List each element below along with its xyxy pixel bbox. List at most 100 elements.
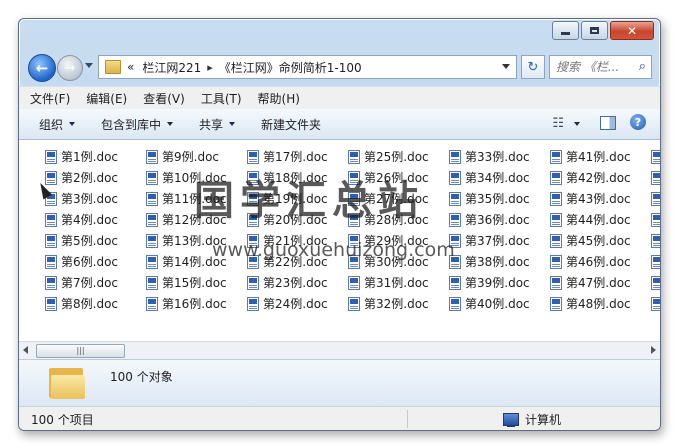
file-item[interactable]: 第41例.doc [550,146,651,167]
file-item[interactable]: 第17例.doc [247,146,348,167]
file-item[interactable]: 第15例.doc [146,272,247,293]
object-count: 100 个对象 [110,370,173,384]
computer-icon [503,413,519,427]
file-item[interactable]: 第39例.doc [449,272,550,293]
search-icon[interactable]: ⌕ [639,59,646,74]
file-item[interactable]: 第35例.doc [449,188,550,209]
refresh-button[interactable]: ↻ [521,55,545,79]
file-item[interactable]: 第24例.doc [247,293,348,314]
menu-file[interactable]: 文件(F) [30,90,70,107]
file-item[interactable]: 第7例.doc [45,272,146,293]
file-item[interactable]: 第16例.doc [146,293,247,314]
file-item[interactable]: 第40例.doc [449,293,550,314]
file-item[interactable]: 第34例.doc [449,167,550,188]
breadcrumb-separator-icon[interactable]: ▸ [207,61,213,74]
status-location: 计算机 [503,411,561,428]
scroll-left-icon[interactable] [23,346,28,354]
word-document-icon [651,170,660,185]
file-name: 第42例.doc [566,171,631,185]
recent-pages-dropdown[interactable] [85,63,93,68]
search-input[interactable] [556,60,630,74]
breadcrumb-item-parent[interactable]: 栏江网221 [142,59,201,76]
scroll-right-icon[interactable] [651,346,656,354]
view-dropdown-icon[interactable] [574,122,580,126]
file-name: 第4例.doc [61,213,119,227]
forward-button[interactable]: → [57,55,83,81]
word-document-icon [449,149,461,164]
file-name: 第2例.doc [61,171,119,185]
include-in-library-button[interactable]: 包含到库中 [101,116,174,133]
folder-icon [105,60,121,74]
menu-edit[interactable]: 编辑(E) [86,90,127,107]
file-item[interactable]: 第44例.doc [550,209,651,230]
file-item[interactable]: 第33例.doc [449,146,550,167]
address-dropdown-icon[interactable] [502,64,510,69]
word-document-icon [651,212,660,227]
word-document-icon [348,149,360,164]
new-folder-label: 新建文件夹 [261,117,322,132]
menu-tools[interactable]: 工具(T) [201,90,242,107]
file-item[interactable] [651,209,660,230]
file-item[interactable] [651,188,660,209]
file-item[interactable]: 第4例.doc [45,209,146,230]
word-document-icon [146,275,158,290]
help-icon[interactable]: ? [630,114,646,130]
file-name: 第25例.doc [364,150,429,164]
large-folder-icon [49,366,87,400]
file-item[interactable]: 第9例.doc [146,146,247,167]
file-name: 第46例.doc [566,255,631,269]
file-item[interactable]: 第8例.doc [45,293,146,314]
file-item[interactable]: 第38例.doc [449,251,550,272]
file-item[interactable]: 第1例.doc [45,146,146,167]
breadcrumb-item-current[interactable]: 《栏江网》命例简析1-100 [219,59,362,76]
word-document-icon [449,296,461,311]
watermark-text: 国学汇总站 [194,178,424,224]
file-item[interactable]: 第3例.doc [45,188,146,209]
file-item[interactable]: 第31例.doc [348,272,449,293]
file-item[interactable]: 第47例.doc [550,272,651,293]
file-item[interactable]: 第48例.doc [550,293,651,314]
file-item[interactable]: 第32例.doc [348,293,449,314]
back-button[interactable]: ← [28,54,56,82]
file-item[interactable] [651,293,660,314]
minimize-button[interactable] [552,21,579,40]
file-item[interactable]: 第25例.doc [348,146,449,167]
word-document-icon [550,191,562,206]
file-item[interactable]: 第23例.doc [247,272,348,293]
menu-bar: 文件(F) 编辑(E) 查看(V) 工具(T) 帮助(H) [19,86,660,109]
view-options-icon[interactable]: ☷ [552,116,564,131]
horizontal-scrollbar[interactable]: ||| [19,341,660,359]
file-item[interactable]: 第36例.doc [449,209,550,230]
file-item[interactable]: 第37例.doc [449,230,550,251]
word-document-icon [45,254,57,269]
new-folder-button[interactable]: 新建文件夹 [261,116,321,133]
file-item[interactable]: 第46例.doc [550,251,651,272]
word-document-icon [146,191,158,206]
file-item[interactable]: 第43例.doc [550,188,651,209]
scrollbar-thumb[interactable]: ||| [36,344,125,358]
breadcrumb-root[interactable]: « [127,60,134,74]
maximize-button[interactable] [581,21,608,40]
file-item[interactable]: 第5例.doc [45,230,146,251]
search-box[interactable]: ⌕ [549,55,652,79]
close-button[interactable]: ✕ [610,21,654,40]
file-name: 第48例.doc [566,297,631,311]
share-button[interactable]: 共享 [199,116,236,133]
word-document-icon [247,149,259,164]
file-item[interactable]: 第6例.doc [45,251,146,272]
menu-help[interactable]: 帮助(H) [258,90,300,107]
file-name: 第7例.doc [61,276,119,290]
file-item[interactable] [651,230,660,251]
address-bar[interactable]: « 栏江网221 ▸ 《栏江网》命例简析1-100 [98,55,517,79]
menu-view[interactable]: 查看(V) [143,90,185,107]
file-item[interactable]: 第45例.doc [550,230,651,251]
file-item[interactable]: 第42例.doc [550,167,651,188]
preview-pane-icon[interactable] [600,116,616,130]
file-item[interactable] [651,167,660,188]
file-item[interactable] [651,146,660,167]
share-label: 共享 [199,117,224,132]
organize-button[interactable]: 组织 [39,116,76,133]
file-item[interactable] [651,272,660,293]
file-item[interactable]: 第2例.doc [45,167,146,188]
file-item[interactable] [651,251,660,272]
